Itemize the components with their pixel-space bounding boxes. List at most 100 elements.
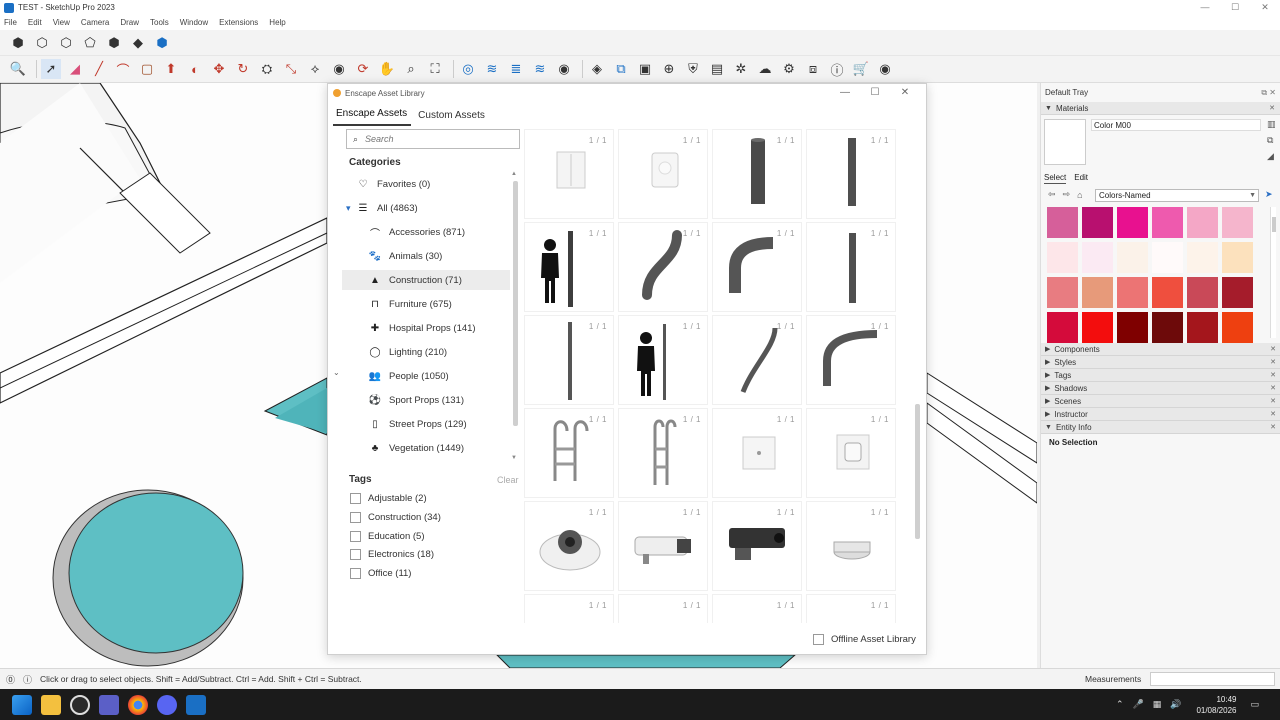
- home-icon[interactable]: ⌂: [1077, 190, 1082, 200]
- layers-icon[interactable]: ≣: [506, 59, 526, 79]
- color-swatch[interactable]: [1222, 277, 1253, 308]
- panel-header-styles[interactable]: ▶ Styles ✕: [1041, 356, 1280, 369]
- menu-tools[interactable]: Tools: [150, 18, 169, 27]
- panel-header-scenes[interactable]: ▶ Scenes ✕: [1041, 395, 1280, 408]
- category-item[interactable]: ⚽ Sport Props (131): [342, 390, 510, 410]
- asset-card-elbow-arm[interactable]: 1 / 1: [806, 315, 896, 405]
- orbit-icon[interactable]: ⟳: [353, 59, 373, 79]
- category-scroll-thumb[interactable]: [513, 181, 518, 426]
- tag-office[interactable]: Office (11): [350, 566, 411, 580]
- color-swatch[interactable]: [1152, 312, 1183, 343]
- panel-header-instructor[interactable]: ▶ Instructor ✕: [1041, 408, 1280, 421]
- panel-header-entity-info[interactable]: ▼ Entity Info ✕: [1041, 421, 1280, 434]
- offset-icon[interactable]: ◐: [185, 59, 205, 79]
- teams-icon[interactable]: [99, 694, 119, 715]
- asset-card-dark-pole[interactable]: 1 / 1: [806, 129, 896, 219]
- top-view-icon[interactable]: ⬡: [32, 33, 52, 53]
- asset-card-thin-pole[interactable]: 1 / 1: [524, 315, 614, 405]
- enscape-settings-icon[interactable]: ⚙: [779, 59, 799, 79]
- tag-checkbox[interactable]: [350, 530, 361, 542]
- color-swatch[interactable]: [1187, 312, 1218, 343]
- zoom-extents-icon[interactable]: ⛶: [425, 59, 445, 79]
- sketchup-taskbar-icon[interactable]: [186, 694, 206, 715]
- tab-select[interactable]: Select: [1044, 173, 1067, 184]
- asset-card-panel-partial[interactable]: 1 / 1: [618, 594, 708, 623]
- panel-close-icon[interactable]: ✕: [1270, 345, 1276, 353]
- color-swatch[interactable]: [1047, 312, 1078, 343]
- expand-chevron-icon[interactable]: ▾: [346, 203, 351, 214]
- asset-card-panel-partial[interactable]: 1 / 1: [806, 594, 896, 623]
- network-icon[interactable]: ▦: [1153, 699, 1162, 710]
- rectangle-icon[interactable]: ▢: [137, 59, 157, 79]
- chatgpt-icon[interactable]: [70, 694, 90, 715]
- asset-card-pool-ladder[interactable]: 1 / 1: [524, 408, 614, 498]
- minimize-button[interactable]: —: [1190, 0, 1220, 15]
- color-swatch[interactable]: [1152, 207, 1183, 238]
- offline-checkbox[interactable]: [813, 634, 824, 645]
- clock[interactable]: 10:49 01/08/2026: [1196, 694, 1236, 716]
- tray-pin-icon[interactable]: ⧉ ✕: [1261, 88, 1276, 98]
- panel-header-tags[interactable]: ▶ Tags ✕: [1041, 369, 1280, 382]
- tag-checkbox[interactable]: [350, 511, 361, 523]
- iso-view-icon[interactable]: ⬢: [8, 33, 28, 53]
- color-swatch[interactable]: [1222, 312, 1253, 343]
- enscape-batch-icon[interactable]: ▤: [707, 59, 727, 79]
- chrome-icon[interactable]: [128, 694, 148, 715]
- start-icon[interactable]: [12, 694, 32, 715]
- panel-close-icon[interactable]: ✕: [1270, 397, 1276, 405]
- scroll-up-icon[interactable]: ▲: [511, 171, 517, 177]
- asset-card-short-pole[interactable]: 1 / 1: [806, 222, 896, 312]
- asset-card-person-with-pole[interactable]: 1 / 1: [524, 222, 614, 312]
- color-swatch[interactable]: [1117, 312, 1148, 343]
- materials-panel-header[interactable]: ▼ Materials ✕: [1041, 102, 1280, 115]
- menu-help[interactable]: Help: [269, 18, 285, 27]
- color-swatch[interactable]: [1187, 277, 1218, 308]
- asset-card-wall-socket[interactable]: 1 / 1: [806, 408, 896, 498]
- color-swatch[interactable]: [1187, 207, 1218, 238]
- color-swatch[interactable]: [1047, 207, 1078, 238]
- forward-icon[interactable]: ⇨: [1063, 189, 1071, 200]
- asset-card-round-switch-plate[interactable]: 1 / 1: [618, 129, 708, 219]
- tag-adjustable[interactable]: Adjustable (2): [350, 491, 427, 505]
- back-icon[interactable]: ⇦: [1048, 189, 1056, 200]
- asset-card-wall-socket-plate[interactable]: 1 / 1: [712, 408, 802, 498]
- back-view-icon[interactable]: ⬢: [104, 33, 124, 53]
- menu-window[interactable]: Window: [180, 18, 208, 27]
- asset-grid-scrollbar[interactable]: [913, 129, 921, 623]
- asset-card-pool-ladder-narrow[interactable]: 1 / 1: [618, 408, 708, 498]
- asset-card-panel-partial[interactable]: 1 / 1: [712, 594, 802, 623]
- material-sample-icon[interactable]: ◢: [1267, 151, 1277, 167]
- create-material-icon[interactable]: ⧉: [1267, 135, 1277, 151]
- left-view-icon[interactable]: ◆: [128, 33, 148, 53]
- enscape-account-icon[interactable]: ◉: [875, 59, 895, 79]
- color-swatch[interactable]: [1222, 242, 1253, 273]
- notification-icon[interactable]: ▭: [1250, 699, 1259, 710]
- tag-education[interactable]: Education (5): [350, 529, 425, 543]
- asset-card-bullet-camera-white[interactable]: 1 / 1: [618, 501, 708, 591]
- category-item[interactable]: ◯ Lighting (210): [342, 342, 510, 362]
- tag-checkbox[interactable]: [350, 567, 361, 579]
- color-swatch[interactable]: [1082, 242, 1113, 273]
- color-swatch[interactable]: [1117, 277, 1148, 308]
- paint-bucket-icon[interactable]: ◉: [329, 59, 349, 79]
- asset-card-panel-partial[interactable]: 1 / 1: [524, 594, 614, 623]
- dialog-maximize-button[interactable]: ☐: [860, 84, 890, 101]
- line-icon[interactable]: ╱: [89, 59, 109, 79]
- file-explorer-icon[interactable]: [41, 694, 61, 715]
- move-icon[interactable]: ✥: [209, 59, 229, 79]
- offline-library-toggle[interactable]: Offline Asset Library: [813, 634, 916, 645]
- category-item[interactable]: ▲ Construction (71): [342, 270, 510, 290]
- info-icon[interactable]: ⓘ: [23, 673, 32, 686]
- color-swatch[interactable]: [1187, 242, 1218, 273]
- clear-tags-button[interactable]: Clear: [497, 475, 519, 485]
- panel-close-icon[interactable]: ✕: [1270, 371, 1276, 379]
- close-button[interactable]: ✕: [1250, 0, 1280, 15]
- asset-library-icon[interactable]: 🛒: [851, 59, 871, 79]
- zoom-icon[interactable]: 🔍: [8, 59, 28, 79]
- tape-measure-icon[interactable]: ⟡: [305, 59, 325, 79]
- menu-extensions[interactable]: Extensions: [219, 18, 258, 27]
- panel-close-icon[interactable]: ✕: [1270, 410, 1276, 418]
- enscape-info-icon[interactable]: ⓘ: [827, 59, 847, 79]
- search-box[interactable]: ⌕: [346, 129, 520, 149]
- discord-icon[interactable]: [157, 694, 177, 715]
